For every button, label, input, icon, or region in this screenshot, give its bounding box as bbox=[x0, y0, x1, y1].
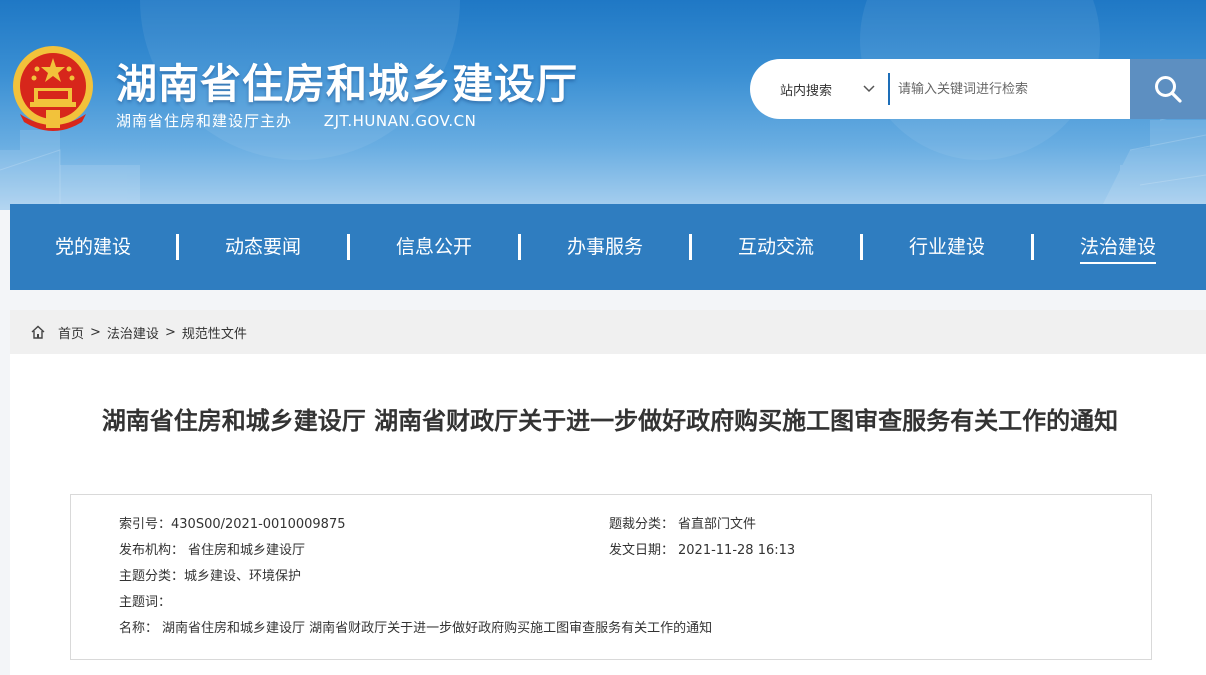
article-title: 湖南省住房和城乡建设厅 湖南省财政厅关于进一步做好政府购买施工图审查服务有关工作… bbox=[101, 407, 1119, 435]
article-meta-box: 索引号：430S00/2021-0010009875 题裁分类： 省直部门文件 发… bbox=[70, 494, 1152, 660]
nav-item-label: 动态要闻 bbox=[224, 236, 301, 258]
meta-index-label: 索引号： bbox=[119, 517, 172, 532]
nav-item-party[interactable]: 党的建设 bbox=[10, 204, 176, 290]
meta-genre-label: 题裁分类： bbox=[609, 517, 675, 532]
meta-date-label: 发文日期： bbox=[609, 543, 675, 558]
nav-item-label: 互动交流 bbox=[737, 236, 814, 258]
breadcrumb-home[interactable]: 首页 bbox=[58, 323, 84, 342]
nav-item-interaction[interactable]: 互动交流 bbox=[692, 204, 860, 290]
meta-name-value: 湖南省住房和城乡建设厅 湖南省财政厅关于进一步做好政府购买施工图审查服务有关工作… bbox=[162, 621, 713, 636]
meta-name-label: 名称： bbox=[119, 621, 159, 636]
meta-name: 名称： 湖南省住房和城乡建设厅 湖南省财政厅关于进一步做好政府购买施工图审查服务有… bbox=[119, 620, 712, 638]
nav-item-disclosure[interactable]: 信息公开 bbox=[350, 204, 518, 290]
meta-publisher-label: 发布机构： bbox=[119, 543, 185, 558]
meta-topic-value: 城乡建设、环境保护 bbox=[184, 569, 302, 584]
meta-genre-value: 省直部门文件 bbox=[678, 517, 757, 532]
nav-item-label: 行业建设 bbox=[908, 236, 985, 258]
chevron-down-icon[interactable] bbox=[862, 81, 876, 95]
breadcrumb-rule-of-law[interactable]: 法治建设 bbox=[107, 323, 159, 342]
national-emblem-icon bbox=[13, 46, 93, 131]
nav-item-label: 办事服务 bbox=[566, 236, 643, 258]
search-icon bbox=[1155, 76, 1182, 103]
nav-item-label: 信息公开 bbox=[395, 236, 472, 258]
meta-index-value: 430S00/2021-0010009875 bbox=[171, 517, 346, 532]
search-scope-select[interactable]: 站内搜索 bbox=[780, 80, 832, 99]
nav-item-label: 法治建设 bbox=[1079, 234, 1156, 264]
nav-item-rule-of-law[interactable]: 法治建设 bbox=[1034, 204, 1202, 290]
meta-date-value: 2021-11-28 16:13 bbox=[678, 543, 796, 558]
meta-keywords: 主题词： bbox=[119, 594, 171, 612]
breadcrumb-separator: > bbox=[164, 324, 176, 340]
meta-publisher: 发布机构： 省住房和城乡建设厅 bbox=[119, 542, 305, 560]
meta-keywords-label: 主题词： bbox=[119, 595, 172, 610]
home-icon[interactable] bbox=[30, 324, 46, 340]
meta-topic-label: 主题分类： bbox=[119, 569, 185, 584]
site-title[interactable]: 湖南省住房和城乡建设厅 bbox=[116, 50, 578, 110]
site-sponsor-text: 湖南省住房和建设厅主办 bbox=[116, 112, 293, 130]
meta-date: 发文日期： 2021-11-28 16:13 bbox=[609, 542, 795, 560]
search-button[interactable] bbox=[1130, 59, 1206, 119]
nav-item-services[interactable]: 办事服务 bbox=[521, 204, 689, 290]
site-domain-text: ZJT.HUNAN.GOV.CN bbox=[323, 112, 477, 130]
site-subtitle: 湖南省住房和建设厅主办 ZJT.HUNAN.GOV.CN bbox=[116, 110, 476, 131]
meta-genre: 题裁分类： 省直部门文件 bbox=[609, 516, 756, 534]
meta-index: 索引号：430S00/2021-0010009875 bbox=[119, 516, 346, 534]
search-input[interactable] bbox=[898, 73, 1126, 105]
meta-publisher-value: 省住房和城乡建设厅 bbox=[188, 543, 306, 558]
search-divider bbox=[888, 73, 890, 105]
search-bar: 站内搜索 bbox=[750, 59, 1206, 119]
breadcrumb-separator: > bbox=[90, 324, 101, 340]
breadcrumb: 首页 > 法治建设 > 规范性文件 bbox=[10, 310, 1206, 354]
meta-topic: 主题分类：城乡建设、环境保护 bbox=[119, 568, 301, 586]
breadcrumb-normative-docs[interactable]: 规范性文件 bbox=[182, 323, 247, 342]
nav-item-news[interactable]: 动态要闻 bbox=[179, 204, 347, 290]
header-banner: 湖南省住房和城乡建设厅 湖南省住房和建设厅主办 ZJT.HUNAN.GOV.CN… bbox=[0, 0, 1206, 210]
nav-item-label: 党的建设 bbox=[54, 236, 131, 258]
article-content: 湖南省住房和城乡建设厅 湖南省财政厅关于进一步做好政府购买施工图审查服务有关工作… bbox=[10, 354, 1206, 675]
nav-item-industry[interactable]: 行业建设 bbox=[863, 204, 1031, 290]
main-nav: 党的建设 动态要闻 信息公开 办事服务 互动交流 行业建设 法治建设 bbox=[10, 204, 1206, 290]
